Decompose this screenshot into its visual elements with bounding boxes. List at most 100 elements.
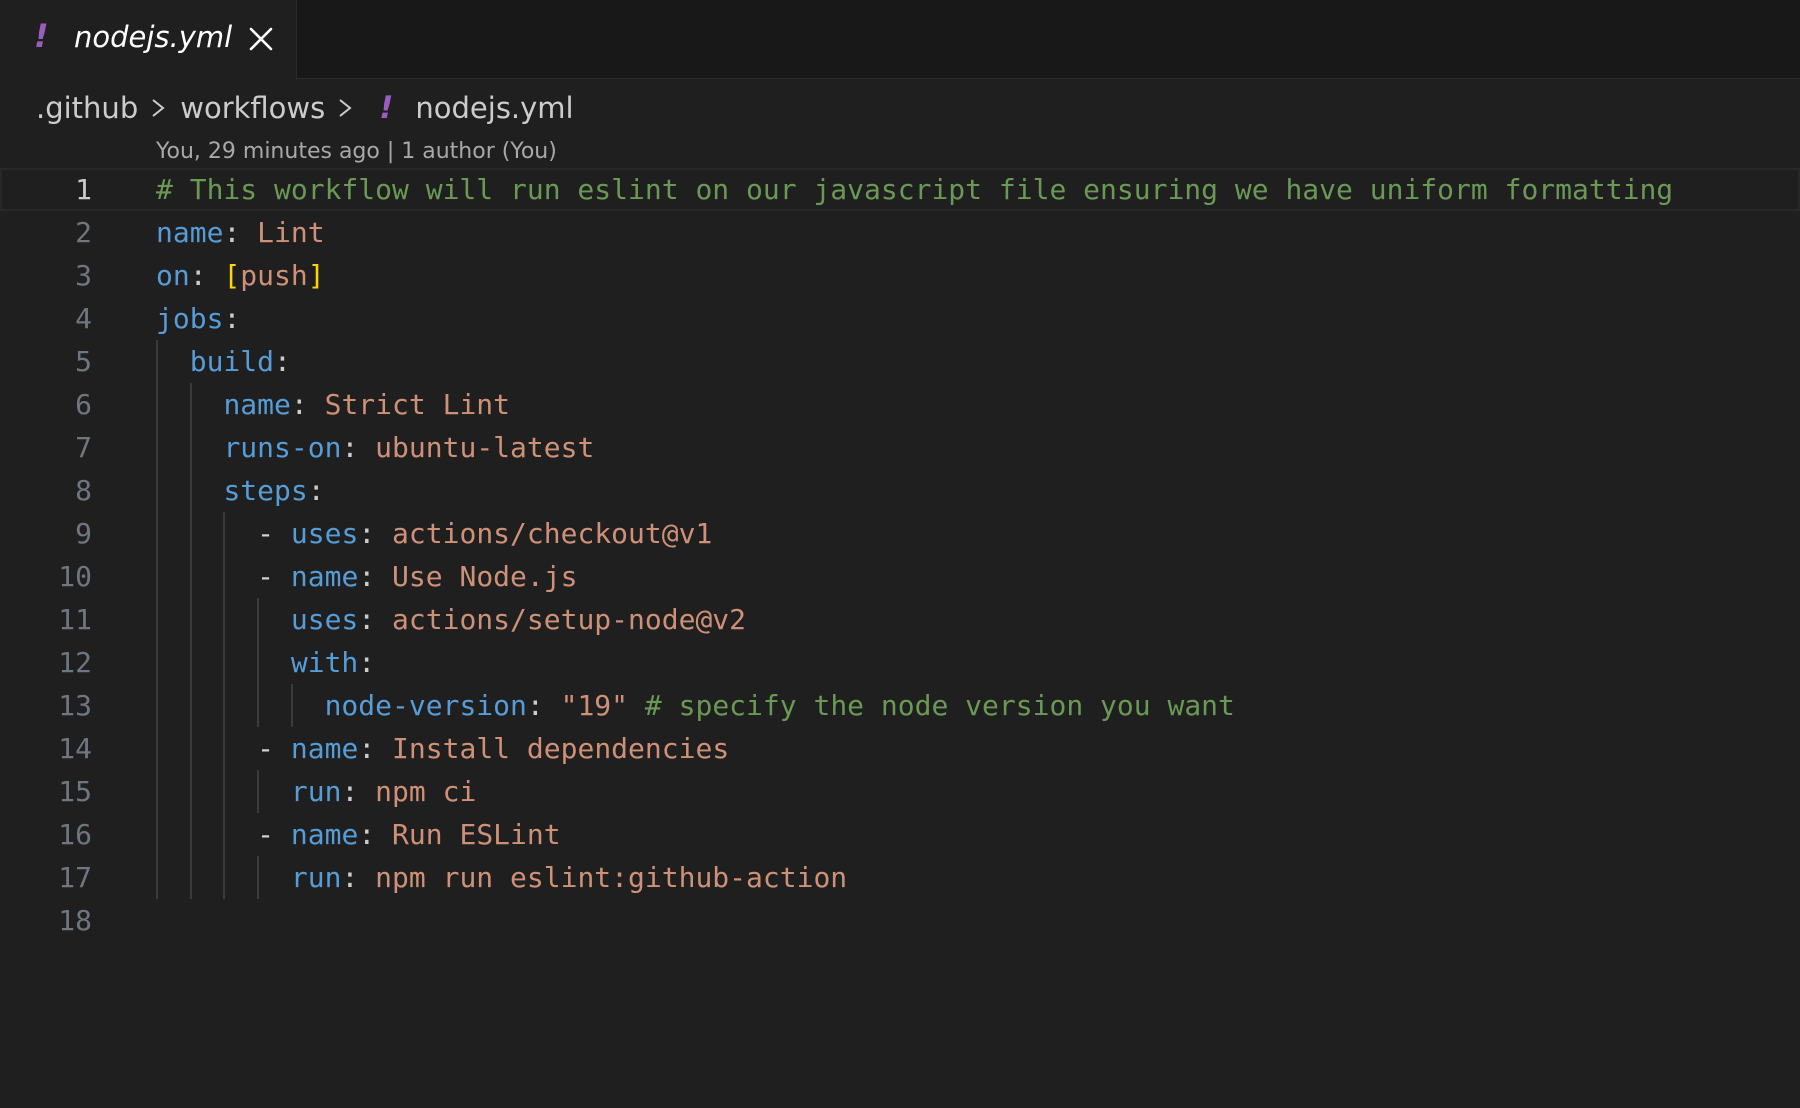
yaml-bracket: [ [223,259,241,292]
indent-guide [189,770,192,813]
code-line[interactable]: 11 uses: actions/setup-node@v2 [0,598,1800,641]
yaml-colon: : [307,474,325,507]
indent-guide [156,727,158,770]
indent-guide [223,813,226,856]
code-line[interactable]: 4 jobs: [0,297,1800,340]
yaml-value: Strict Lint [324,388,511,421]
code-line[interactable]: 9 - uses: actions/checkout@v1 [0,512,1800,555]
yaml-key: uses [290,517,359,550]
code-line[interactable]: 7 runs-on: ubuntu-latest [0,426,1800,469]
line-number: 5 [75,345,92,378]
yaml-value: Install dependencies [392,732,730,765]
code-line[interactable]: 16 - name: Run ESLint [0,813,1800,856]
indent-guide [290,684,293,727]
yaml-value: actions/setup-node@v2 [392,603,747,636]
yaml-key: name [156,216,224,249]
yaml-key: jobs [156,302,224,335]
code-text: name: Lint [156,211,325,254]
indent-guide [257,598,260,641]
yaml-value: actions/checkout@v1 [392,517,713,550]
indent-guide [156,469,158,512]
yaml-space [375,818,392,851]
yaml-value: Lint [257,216,325,249]
code-line[interactable]: 10 - name: Use Node.js [0,555,1800,598]
code-line[interactable]: 6 name: Strict Lint [0,383,1800,426]
yaml-colon: : [290,388,308,421]
indent-guide [189,469,192,512]
code-text: steps: [156,469,325,512]
yaml-colon: : [358,517,376,550]
indent-guide [156,684,158,727]
breadcrumb-item-workflows[interactable]: workflows [180,91,325,125]
indent-guide [223,770,226,813]
line-number: 17 [58,861,92,894]
yaml-key: name [290,732,359,765]
indent-guide [156,641,158,684]
code-line[interactable]: 17 run: npm run eslint:github-action [0,856,1800,899]
yaml-key: name [290,818,359,851]
list-dash: - [257,517,291,550]
indent-guide [223,598,226,641]
line-number: 3 [75,259,92,292]
indent-guide [257,641,260,684]
breadcrumb-item-github[interactable]: .github [36,91,138,125]
code-line[interactable]: 3 on: [push] [0,254,1800,297]
code-line[interactable]: 2 name: Lint [0,211,1800,254]
yaml-colon: : [358,646,376,679]
indent-guide [223,856,226,899]
yaml-value: npm run eslint:github-action [375,861,848,894]
code-text: build: [156,340,291,383]
code-line[interactable]: 18 [0,899,1800,942]
line-number: 4 [75,302,92,335]
tab-nodejs-yml[interactable]: ! nodejs.yml [0,0,297,80]
indent-guide [156,340,158,383]
indent-guide [189,641,192,684]
yaml-value: Run ESLint [392,818,561,851]
indent-guide [223,727,226,770]
yaml-exclamation-icon: ! [34,17,49,55]
yaml-space [358,861,375,894]
line-number: 18 [58,904,92,937]
breadcrumb-item-file[interactable]: nodejs.yml [415,91,573,125]
indent-guide [257,856,260,899]
yaml-colon: : [358,560,376,593]
code-text: node-version: "19" # specify the node ve… [156,684,1235,727]
yaml-colon: : [358,732,376,765]
yaml-value: "19" [560,689,629,722]
yaml-colon: : [274,345,291,378]
line-number: 9 [75,517,92,550]
yaml-key: node-version [324,689,527,722]
indent-guide [156,856,158,899]
yaml-key: on [156,259,190,292]
line-number: 7 [75,431,92,464]
close-icon[interactable] [247,25,275,53]
code-line[interactable]: 5 build: [0,340,1800,383]
yaml-colon: : [223,302,241,335]
blame-annotation[interactable]: You, 29 minutes ago | 1 author (You) [156,139,557,164]
yaml-key: steps [223,474,308,507]
yaml-space [358,775,375,808]
indent-guide [156,598,158,641]
code-line[interactable]: 12 with: [0,641,1800,684]
yaml-exclamation-icon: ! [379,90,394,126]
code-line[interactable]: 13 node-version: "19" # specify the node… [0,684,1800,727]
code-line[interactable]: 1 # This workflow will run eslint on our … [0,168,1800,211]
code-line[interactable]: 8 steps: [0,469,1800,512]
indent-guide [223,641,226,684]
indent-guide [189,426,192,469]
code-line[interactable]: 14 - name: Install dependencies [0,727,1800,770]
indent-guide [257,684,260,727]
code-text: jobs: [156,297,240,340]
line-number: 2 [75,216,92,249]
line-number: 11 [58,603,92,636]
yaml-value: push [240,259,308,292]
indent-guide [257,770,260,813]
code-line[interactable]: 15 run: npm ci [0,770,1800,813]
yaml-bracket: ] [307,259,325,292]
indent-guide [189,684,192,727]
code-editor[interactable]: 1 # This workflow will run eslint on our … [0,168,1800,942]
code-text: - name: Use Node.js [156,555,577,598]
yaml-key: runs-on [223,431,342,464]
